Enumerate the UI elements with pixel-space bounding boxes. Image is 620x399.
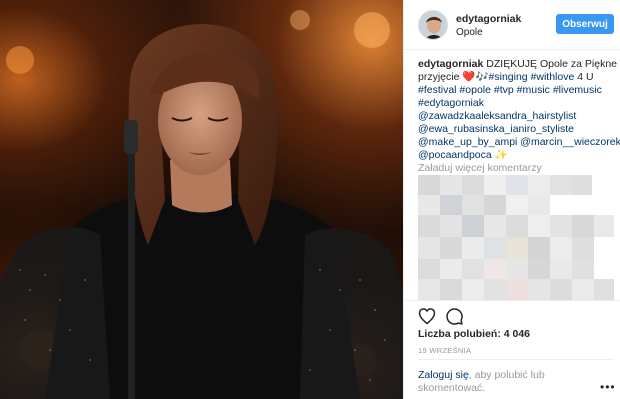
follow-button[interactable]: Obserwuj xyxy=(556,14,614,34)
blurred-comments-area xyxy=(418,175,614,300)
caption-mention-7[interactable]: @make_up_by_ampi @marcin__wieczorek xyxy=(418,136,620,149)
caption-hashtags-3[interactable]: #festival #opole #tvp #music #livemusic xyxy=(418,84,618,97)
caption-hashtags-2[interactable]: #singing #withlove xyxy=(489,71,575,83)
load-more-comments-link[interactable]: Załaduj więcej komentarzy xyxy=(418,162,542,174)
caption-hashtag-4[interactable]: #edytagorniak xyxy=(418,97,618,110)
avatar-image xyxy=(419,11,447,39)
caption-line-1: edytagorniak DZIĘKUJĘ Opole za Piękne xyxy=(418,58,618,71)
heart-icon-glyph xyxy=(418,308,436,325)
blurred-comments-pixels xyxy=(418,175,614,300)
post-username[interactable]: edytagorniak xyxy=(456,13,521,25)
sparkle-emoji-icon: ✨ xyxy=(494,149,508,161)
avatar[interactable] xyxy=(418,10,448,40)
post-photo xyxy=(0,0,403,399)
comment-icon-glyph xyxy=(446,308,463,325)
heart-icon[interactable] xyxy=(417,306,437,326)
caption-tail-2: 4 U xyxy=(574,71,594,83)
caption-line-8: @pocaandpoca ✨ xyxy=(418,149,618,162)
login-link[interactable]: Zaloguj się xyxy=(418,369,469,381)
post-side-panel: edytagorniak Opole Obserwuj edytagorniak… xyxy=(403,0,620,399)
post-date[interactable]: 19 WRZEŚNIA xyxy=(418,346,471,355)
caption-mention-6[interactable]: @ewa_rubasinska_ianiro_styliste xyxy=(418,123,618,136)
comment-icon[interactable] xyxy=(444,306,464,326)
singer-photo-art xyxy=(0,10,403,399)
divider xyxy=(418,359,614,360)
music-note-emoji-icon: 🎶 xyxy=(475,71,489,83)
caption-line-2: przyjęcie ❤️🎶#singing #withlove 4 U xyxy=(418,71,618,84)
caption-mention-8[interactable]: @pocaandpoca xyxy=(418,149,492,161)
post-caption: edytagorniak DZIĘKUJĘ Opole za Piękne pr… xyxy=(418,58,620,162)
heart-emoji-icon: ❤️ xyxy=(462,71,476,83)
login-prompt: Zaloguj się, aby polubić lub skomentować… xyxy=(418,369,588,395)
caption-text-1: DZIĘKUJĘ Opole za Piękne xyxy=(483,58,617,70)
likes-count[interactable]: Liczba polubień: 4 046 xyxy=(418,328,530,340)
caption-username[interactable]: edytagorniak xyxy=(418,58,483,70)
caption-text-2: przyjęcie xyxy=(418,71,463,83)
more-options-icon[interactable]: ••• xyxy=(600,380,616,394)
post-header: edytagorniak Opole Obserwuj xyxy=(404,0,620,50)
post-location[interactable]: Opole xyxy=(456,27,483,38)
post-actions: Liczba polubień: 4 046 19 WRZEŚNIA Zalog… xyxy=(404,300,620,399)
caption-mention-5[interactable]: @zawadzkaaleksandra_hairstylist xyxy=(418,110,618,123)
